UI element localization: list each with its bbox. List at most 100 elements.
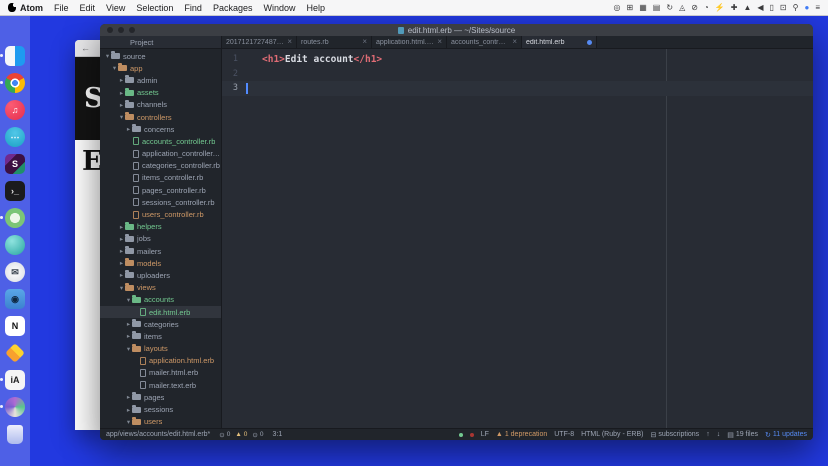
menu-selection[interactable]: Selection (136, 3, 173, 13)
tree-folder-mailers[interactable]: ▸mailers (100, 245, 221, 257)
subscriptions-indicator[interactable]: ⊟subscriptions (650, 431, 699, 439)
tree-folder-source[interactable]: ▾source (100, 50, 221, 62)
tweetbot-dock-icon[interactable]: ◉ (5, 289, 25, 309)
clock-status-icon[interactable]: ◔ (704, 4, 709, 12)
tree-folder-concerns[interactable]: ▸concerns (100, 123, 221, 135)
line-ending-indicator[interactable]: LF (481, 431, 489, 438)
green-orb-app-dock-icon[interactable] (5, 208, 25, 228)
tree-folder-jobs[interactable]: ▸jobs (100, 233, 221, 245)
menu-find[interactable]: Find (184, 3, 202, 13)
tree-folder-pages[interactable]: ▸pages (100, 391, 221, 403)
files-count[interactable]: ▤19 files (727, 431, 758, 439)
wifi-status-icon[interactable]: ▲ (743, 4, 751, 12)
title-bar[interactable]: edit.html.erb — ~/Sites/source (100, 24, 813, 36)
tree-folder-sessions[interactable]: ▸sessions (100, 403, 221, 415)
tree-folder-accounts[interactable]: ▾accounts (100, 294, 221, 306)
messages-dock-icon[interactable]: ⋯ (5, 127, 25, 147)
tree-file-application-controller-rb[interactable]: application_controller.rb (100, 148, 221, 160)
tree-folder-users[interactable]: ▾users (100, 416, 221, 428)
tree-folder-categories[interactable]: ▸categories (100, 318, 221, 330)
tree-folder-layouts[interactable]: ▾layouts (100, 343, 221, 355)
ia-writer-dock-icon[interactable]: iA (5, 370, 25, 390)
sync-status-icon[interactable]: ↻ (666, 4, 673, 12)
search-status-icon[interactable]: ⚲ (793, 4, 799, 12)
bluetooth-status-icon[interactable]: ▯ (770, 4, 774, 12)
tree-file-application-html-erb[interactable]: application.html.erb (100, 355, 221, 367)
teal-orb-app-dock-icon[interactable] (5, 235, 25, 255)
updates-count[interactable]: ↻11 updates (765, 431, 807, 439)
tree-file-edit-html-erb[interactable]: edit.html.erb (100, 306, 221, 318)
tab-edit-html-erb[interactable]: edit.html.erb (522, 36, 597, 48)
dnd-status-icon[interactable]: ⊘ (691, 4, 698, 12)
editor-line-1[interactable]: 1<h1>Edit account</h1> (222, 52, 813, 67)
siri-status-icon[interactable]: ● (804, 4, 809, 12)
tree-file-mailer-text-erb[interactable]: mailer.text.erb (100, 379, 221, 391)
arrow-down-indicator[interactable]: ↓ (717, 431, 721, 438)
arrow-up-indicator[interactable]: ↑ (706, 431, 710, 438)
finder-dock-icon[interactable] (5, 46, 25, 66)
tab-accounts-controller-rb[interactable]: accounts_controller.rb× (447, 36, 522, 48)
menu-file[interactable]: File (54, 3, 69, 13)
tab-application-html-erb[interactable]: application.html.erb× (372, 36, 447, 48)
volume-status-icon[interactable]: ◀ (757, 4, 763, 12)
close-tab-icon[interactable]: × (362, 38, 367, 46)
current-file-path[interactable]: app/views/accounts/edit.html.erb* (106, 431, 210, 438)
trash-dock-icon[interactable] (5, 424, 25, 444)
window-status-icon[interactable]: ▤ (653, 4, 661, 12)
deprecation-warning[interactable]: ▲1 deprecation (496, 431, 547, 438)
power-status-icon[interactable]: ⚡ (715, 4, 725, 12)
back-arrow-icon[interactable]: ← (81, 43, 90, 53)
close-tab-icon[interactable]: × (437, 38, 442, 46)
menu-edit[interactable]: Edit (80, 3, 96, 13)
tree-file-pages-controller-rb[interactable]: pages_controller.rb (100, 184, 221, 196)
tree-folder-assets[interactable]: ▸assets (100, 87, 221, 99)
notification-center-status-icon[interactable]: ≡ (815, 4, 820, 12)
tree-folder-helpers[interactable]: ▸helpers (100, 221, 221, 233)
tree-folder-uploaders[interactable]: ▸uploaders (100, 269, 221, 281)
tree-file-categories-controller-rb[interactable]: categories_controller.rb (100, 160, 221, 172)
shield-status-icon[interactable]: ◎ (614, 4, 621, 12)
modified-dot[interactable] (587, 40, 592, 45)
menu-help[interactable]: Help (306, 3, 325, 13)
tree-file-sessions-controller-rb[interactable]: sessions_controller.rb (100, 196, 221, 208)
status-red-dot[interactable] (470, 433, 474, 437)
notion-dock-icon[interactable]: N (5, 316, 25, 336)
apple-menu-icon[interactable] (8, 3, 16, 12)
dropbox-status-icon[interactable]: ⊞ (627, 4, 634, 12)
menu-atom[interactable]: Atom (20, 3, 43, 13)
editor-pane[interactable]: 1<h1>Edit account</h1>23 (222, 49, 813, 428)
slack-dock-icon[interactable]: S (5, 154, 25, 174)
tree-file-accounts-controller-rb[interactable]: accounts_controller.rb (100, 135, 221, 147)
tab-project[interactable]: Project (100, 36, 222, 48)
chrome-dock-icon[interactable] (5, 73, 25, 93)
tree-folder-views[interactable]: ▾views (100, 282, 221, 294)
tree-file-items-controller-rb[interactable]: items_controller.rb (100, 172, 221, 184)
menu-view[interactable]: View (106, 3, 125, 13)
mail-app-dock-icon[interactable]: ✉ (5, 262, 25, 282)
editor-line-2[interactable]: 2 (222, 67, 813, 82)
linter-summary[interactable]: ⊙0▲0⊙0 (219, 431, 263, 439)
location-status-icon[interactable]: ◬ (679, 4, 685, 12)
menu-window[interactable]: Window (263, 3, 295, 13)
colorful-orb-app-dock-icon[interactable] (5, 397, 25, 417)
tab-routes-rb[interactable]: routes.rb× (297, 36, 372, 48)
tree-folder-admin[interactable]: ▸admin (100, 74, 221, 86)
airplay-status-icon[interactable]: ⊡ (780, 4, 787, 12)
sketch-dock-icon[interactable] (5, 343, 25, 363)
tree-folder-app[interactable]: ▾app (100, 62, 221, 74)
tree-folder-items[interactable]: ▸items (100, 330, 221, 342)
close-tab-icon[interactable]: × (287, 38, 292, 46)
grammar-indicator[interactable]: HTML (Ruby - ERB) (581, 431, 643, 438)
encoding-indicator[interactable]: UTF-8 (554, 431, 574, 438)
display-status-icon[interactable]: ▦ (639, 4, 647, 12)
tree-file-mailer-html-erb[interactable]: mailer.html.erb (100, 367, 221, 379)
menu-packages[interactable]: Packages (213, 3, 253, 13)
terminal-dock-icon[interactable]: ›_ (5, 181, 25, 201)
tree-file-users-controller-rb[interactable]: users_controller.rb (100, 208, 221, 220)
close-tab-icon[interactable]: × (512, 38, 517, 46)
tab-20171217274875-add-strip[interactable]: 20171217274875_add_strip…× (222, 36, 297, 48)
editor-line-3[interactable]: 3 (222, 81, 813, 96)
plus-status-icon[interactable]: ✚ (731, 4, 738, 12)
tree-folder-models[interactable]: ▸models (100, 257, 221, 269)
cursor-position[interactable]: 3:1 (273, 431, 283, 438)
